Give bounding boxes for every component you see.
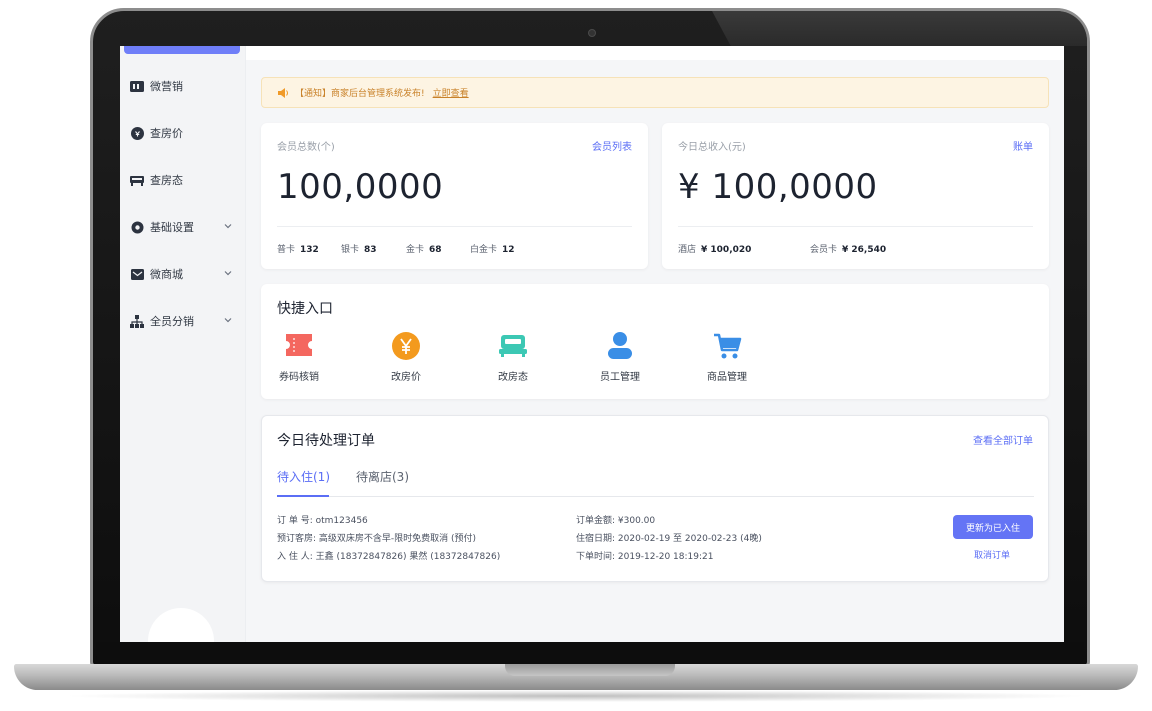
- orders-card: 今日待处理订单 查看全部订单 待入住(1) 待离店(3) 订 单 号: otm1…: [261, 415, 1049, 582]
- stat-platinum-card: 白金卡 12: [470, 245, 515, 255]
- chevron-down-icon[interactable]: [222, 267, 234, 279]
- card-divider: [678, 226, 1033, 227]
- sidebar-active-indicator: [124, 46, 240, 54]
- mail-icon: [130, 267, 144, 281]
- bed-icon: [130, 173, 144, 187]
- members-card: 会员总数(个) 会员列表 100,0000 普卡 132 银卡 83 金卡 68 白金…: [261, 123, 648, 269]
- sidebar-item-micro-mall[interactable]: 微商城: [120, 262, 246, 286]
- stat-hotel-income: 酒店 ¥ 100,020: [678, 245, 752, 255]
- members-total-label: 会员总数(个): [277, 142, 335, 153]
- chevron-down-icon[interactable]: [222, 220, 234, 232]
- org-chart-icon: [130, 314, 144, 328]
- sidebar-item-basic-settings[interactable]: 基础设置: [120, 215, 246, 239]
- lid-glare: [712, 11, 1087, 46]
- quick-entry-title: 快捷入口: [277, 301, 333, 317]
- sidebar-item-label: 全员分销: [150, 315, 194, 328]
- quick-entry-label: 员工管理: [600, 372, 640, 383]
- quick-entry-label: 改房态: [498, 372, 528, 383]
- sidebar: 微营销 查房价 查房态 基础设置 微商城 全员分销: [120, 46, 246, 642]
- webcam: [588, 29, 596, 37]
- income-total-value: ¥ 100,0000: [678, 167, 878, 207]
- cart-icon: [687, 332, 767, 362]
- order-amount: 订单金额: ¥300.00: [576, 516, 656, 526]
- members-total-value: 100,0000: [277, 167, 444, 207]
- sidebar-item-label: 查房态: [150, 174, 183, 187]
- sidebar-item-label: 微营销: [150, 80, 183, 93]
- sidebar-item-room-status[interactable]: 查房态: [120, 168, 246, 192]
- quick-entry-coupon[interactable]: 券码核销: [259, 332, 339, 392]
- active-tab-indicator: [277, 495, 329, 497]
- quick-entry-label: 券码核销: [279, 372, 319, 383]
- order-stay-dates: 住宿日期: 2020-02-19 至 2020-02-23 (4晚): [576, 534, 762, 544]
- order-room: 预订客房: 高级双床房不含早-限时免费取消 (预付): [277, 534, 477, 544]
- orders-title: 今日待处理订单: [277, 433, 375, 449]
- tab-pending-checkout[interactable]: 待离店(3): [356, 468, 409, 485]
- screen: 微营销 查房价 查房态 基础设置 微商城 全员分销 【通知】商家后台管理系统发布…: [120, 46, 1064, 642]
- tab-rule: [277, 496, 1034, 497]
- laptop-shadow: [60, 690, 1092, 702]
- card-divider: [277, 226, 632, 227]
- chevron-down-icon[interactable]: [222, 314, 234, 326]
- quick-entry-goods[interactable]: 商品管理: [687, 332, 767, 392]
- order-time: 下单时间: 2019-12-20 18:19:21: [576, 552, 714, 562]
- speaker-icon: [278, 87, 289, 98]
- gear-icon: [130, 220, 144, 234]
- stat-gold-card: 金卡 68: [406, 245, 442, 255]
- ticket-icon: [259, 332, 339, 362]
- order-number: 订 单 号: otm123456: [277, 516, 368, 526]
- mark-checked-in-button[interactable]: 更新为已入住: [953, 515, 1033, 539]
- order-guests: 入 住 人: 王鑫 (18372847826) 果然 (18372847826): [277, 552, 501, 562]
- quick-entry-staff[interactable]: 员工管理: [580, 332, 660, 392]
- yen-icon: [366, 332, 446, 362]
- stat-silver-card: 银卡 83: [341, 245, 377, 255]
- user-icon: [580, 332, 660, 362]
- notice-banner: 【通知】商家后台管理系统发布! 立即查看: [261, 77, 1049, 108]
- sidebar-item-check-price[interactable]: 查房价: [120, 121, 246, 145]
- quick-entry-change-room-status[interactable]: 改房态: [473, 332, 553, 392]
- sidebar-item-micro-marketing[interactable]: 微营销: [120, 74, 246, 98]
- sidebar-item-distribution[interactable]: 全员分销: [120, 309, 246, 333]
- notice-view-link[interactable]: 立即查看: [433, 86, 469, 99]
- member-list-link[interactable]: 会员列表: [592, 138, 632, 153]
- stat-regular-card: 普卡 132: [277, 245, 319, 255]
- bill-link[interactable]: 账单: [1013, 138, 1033, 153]
- bed-icon: [473, 332, 553, 362]
- price-tag-icon: [130, 126, 144, 140]
- quick-entry-change-price[interactable]: 改房价: [366, 332, 446, 392]
- view-all-orders-link[interactable]: 查看全部订单: [973, 432, 1033, 447]
- laptop-base-notch: [505, 664, 675, 676]
- top-bar: [246, 46, 1064, 60]
- stat-membercard-income: 会员卡 ¥ 26,540: [810, 245, 887, 255]
- avatar[interactable]: [148, 608, 214, 642]
- notice-text: 【通知】商家后台管理系统发布!: [295, 89, 425, 99]
- income-card: 今日总收入(元) 账单 ¥ 100,0000 酒店 ¥ 100,020 会员卡 ¥ …: [662, 123, 1049, 269]
- sidebar-item-label: 查房价: [150, 127, 183, 140]
- tab-pending-checkin[interactable]: 待入住(1): [277, 468, 330, 485]
- income-total-label: 今日总收入(元): [678, 142, 746, 153]
- quick-entry-card: 快捷入口 券码核销 改房价 改房态 员工管理 商品管理: [261, 284, 1049, 399]
- wallet-icon: [130, 79, 144, 93]
- laptop-chin: [96, 642, 1084, 664]
- quick-entry-label: 商品管理: [707, 372, 747, 383]
- quick-entry-label: 改房价: [391, 372, 421, 383]
- sidebar-item-label: 微商城: [150, 268, 183, 281]
- sidebar-item-label: 基础设置: [150, 221, 194, 234]
- cancel-order-button[interactable]: 取消订单: [974, 548, 1010, 561]
